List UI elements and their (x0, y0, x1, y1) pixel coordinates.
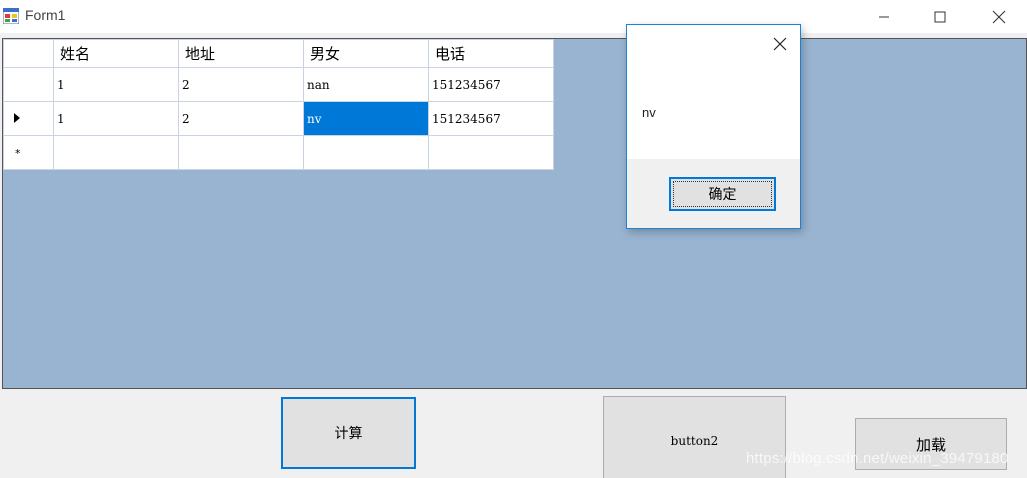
message-text: nv (642, 105, 656, 120)
row-arrow-icon (14, 112, 20, 123)
form-app-icon[interactable] (3, 8, 19, 24)
table-row: 1 2 nan 151234567 (3, 67, 554, 102)
grid-cell[interactable]: 2 (178, 67, 304, 102)
column-header-name[interactable]: 姓名 (53, 39, 179, 68)
grid-cell[interactable]: 1 (53, 67, 179, 102)
minimize-icon (879, 16, 889, 17)
ok-button[interactable]: 确定 (669, 177, 776, 211)
table-row-new: * (3, 135, 554, 170)
focus-rectangle (673, 181, 772, 207)
close-icon[interactable] (772, 36, 788, 52)
column-header-phone[interactable]: 电话 (428, 39, 554, 68)
close-button[interactable] (976, 0, 1022, 33)
grid-cell-selected[interactable]: nv (303, 101, 429, 136)
title-bar: Form1 (0, 0, 1027, 33)
watermark: https://blog.csdn.net/weixin_39479180 (746, 450, 1009, 467)
row-header[interactable] (3, 67, 54, 102)
grid-cell[interactable] (428, 135, 554, 170)
message-box: nv 确定 (626, 24, 801, 229)
grid-cell[interactable]: 1 (53, 101, 179, 136)
row-header[interactable] (3, 101, 54, 136)
data-grid-table: 姓名 地址 男女 电话 1 2 nan 151234567 1 2 nv 151… (3, 39, 554, 170)
grid-cell[interactable] (178, 135, 304, 170)
window-title: Form1 (25, 7, 66, 23)
grid-cell[interactable] (53, 135, 179, 170)
column-header-gender[interactable]: 男女 (303, 39, 429, 68)
grid-header-row: 姓名 地址 男女 电话 (3, 39, 554, 68)
grid-cell[interactable]: 151234567 (428, 67, 554, 102)
grid-cell[interactable]: nan (303, 67, 429, 102)
row-header[interactable]: * (3, 135, 54, 170)
grid-cell[interactable]: 151234567 (428, 101, 554, 136)
close-icon (992, 10, 1006, 23)
column-header-address[interactable]: 地址 (178, 39, 304, 68)
minimize-button[interactable] (861, 0, 907, 33)
new-row-icon: * (15, 146, 21, 160)
grid-corner-header[interactable] (3, 39, 54, 68)
grid-cell[interactable]: 2 (178, 101, 304, 136)
maximize-icon (934, 11, 946, 22)
maximize-button[interactable] (917, 0, 963, 33)
table-row: 1 2 nv 151234567 (3, 101, 554, 136)
grid-cell[interactable] (303, 135, 429, 170)
calculate-button[interactable]: 计算 (281, 397, 416, 469)
message-box-footer: 确定 (627, 159, 800, 228)
data-grid-view[interactable]: 姓名 地址 男女 电话 1 2 nan 151234567 1 2 nv 151… (2, 38, 1027, 389)
